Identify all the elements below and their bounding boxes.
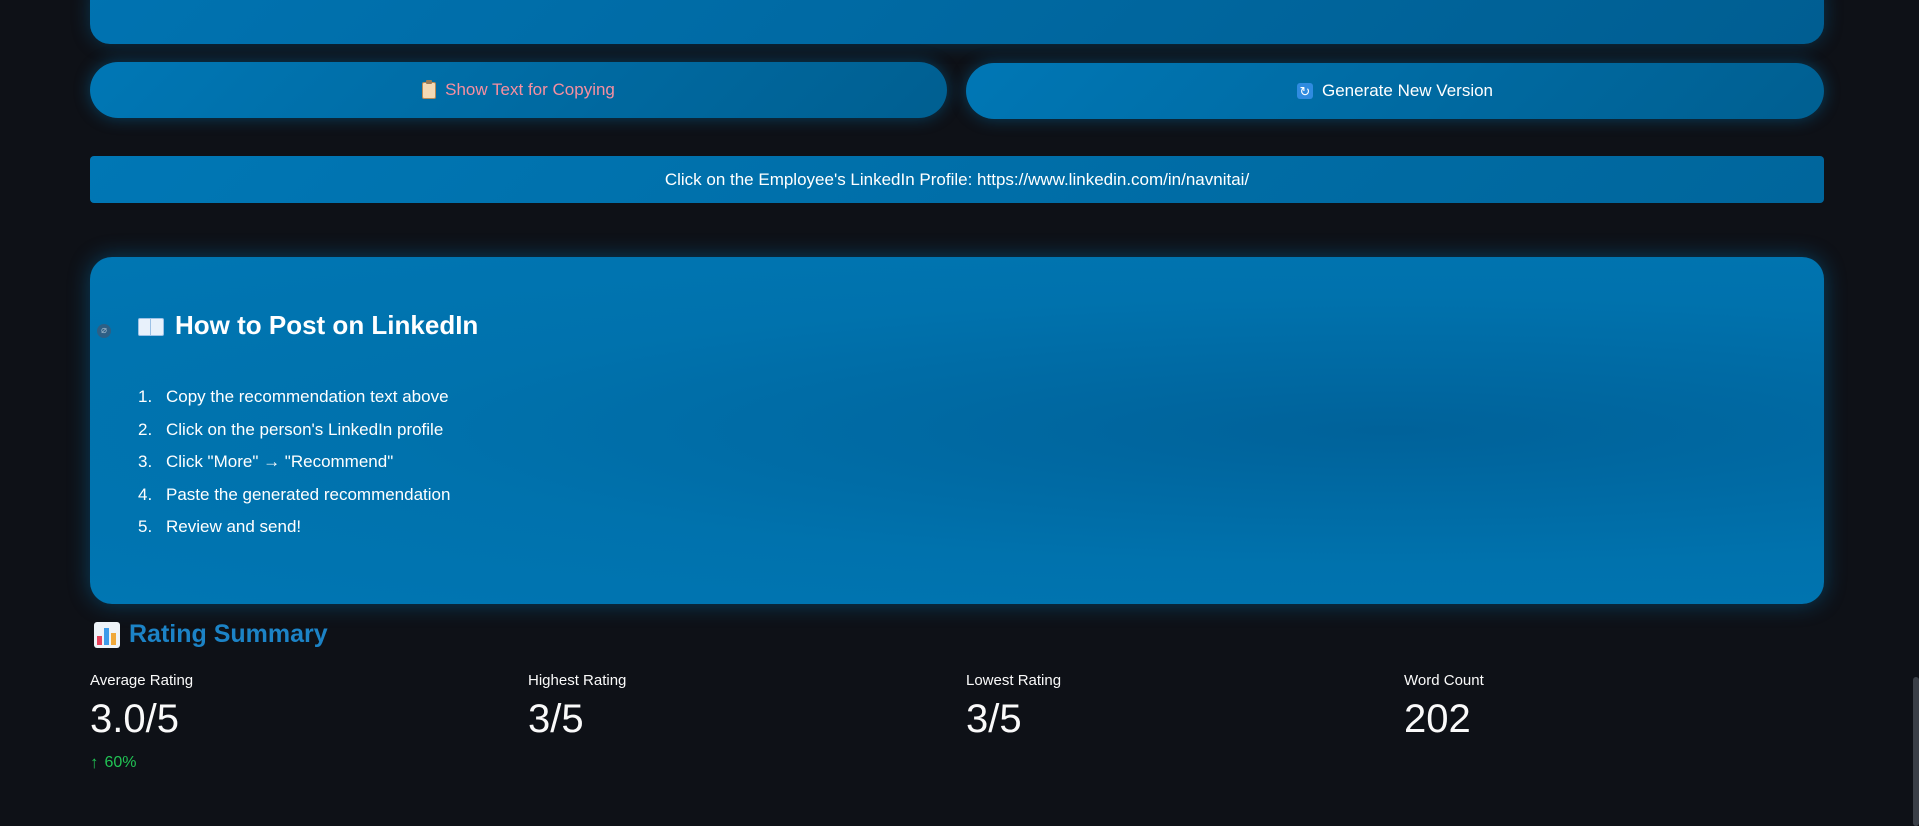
step-text: Review and send! [166, 517, 302, 537]
how-to-post-title: How to Post on LinkedIn [175, 310, 479, 340]
metric-delta: ↑ 60% [90, 753, 193, 773]
metric-word-count: Word Count 202 [1404, 672, 1484, 739]
refresh-icon: ↻ [1296, 83, 1313, 99]
metric-value: 3/5 [966, 697, 1022, 741]
metric-value: 3/5 [528, 697, 584, 741]
clipboard-icon [422, 79, 437, 99]
open-book-icon [138, 316, 164, 336]
how-to-post-panel: ⌀ How to Post on LinkedIn 1. Copy the re… [90, 257, 1824, 604]
step-number: 2. [138, 419, 153, 439]
rating-summary-heading: Rating Summary [94, 620, 328, 649]
metric-lowest-rating: Lowest Rating 3/5 [966, 672, 1061, 739]
how-to-steps-list: 1. Copy the recommendation text above 2.… [138, 381, 450, 544]
step-number: 4. [138, 484, 153, 504]
metric-label: Highest Rating [528, 672, 627, 689]
metric-label: Word Count [1404, 672, 1484, 689]
metric-highest-rating: Highest Rating 3/5 [528, 672, 626, 739]
show-text-for-copying-label: Show Text for Copying [445, 80, 615, 99]
step-text: Paste the generated recommendation [166, 484, 451, 504]
step-number: 5. [138, 517, 153, 537]
metric-value: 3.0/5 [90, 697, 179, 741]
generate-new-version-label: Generate New Version [1321, 81, 1494, 100]
step-item: 1. Copy the recommendation text above [138, 381, 450, 414]
anchor-link-icon[interactable]: ⌀ [97, 324, 111, 338]
rating-summary-title: Rating Summary [129, 620, 328, 648]
show-text-for-copying-button[interactable]: Show Text for Copying [90, 62, 947, 118]
linkedin-profile-text: Click on the Employee's LinkedIn Profile… [664, 169, 1250, 189]
step-item: 4. Paste the generated recommendation [138, 479, 450, 512]
step-text: Click "More" → "Recommend" [166, 452, 394, 472]
metric-average-rating: Average Rating 3.0/5 ↑ 60% [90, 672, 193, 773]
step-text: Click on the person's LinkedIn profile [166, 419, 444, 439]
step-item: 3. Click "More" → "Recommend" [138, 446, 450, 479]
arrow-up-icon: ↑ [90, 753, 99, 772]
step-item: 5. Review and send! [138, 511, 450, 544]
how-to-post-heading: How to Post on LinkedIn [138, 310, 478, 341]
page: Show Text for Copying ↻ Generate New Ver… [0, 0, 1919, 826]
scrollbar-thumb[interactable] [1913, 677, 1919, 826]
recommendation-card [90, 0, 1824, 44]
metric-value: 202 [1404, 697, 1471, 741]
step-number: 1. [138, 387, 153, 407]
linkedin-profile-link[interactable]: Click on the Employee's LinkedIn Profile… [90, 156, 1824, 203]
generate-new-version-button[interactable]: ↻ Generate New Version [966, 63, 1824, 119]
metric-label: Lowest Rating [966, 672, 1062, 689]
bar-chart-icon [94, 621, 120, 648]
step-item: 2. Click on the person's LinkedIn profil… [138, 414, 450, 447]
step-text: Copy the recommendation text above [166, 387, 449, 407]
metric-delta-value: 60% [104, 754, 137, 771]
step-number: 3. [138, 452, 153, 472]
metric-label: Average Rating [90, 672, 194, 689]
